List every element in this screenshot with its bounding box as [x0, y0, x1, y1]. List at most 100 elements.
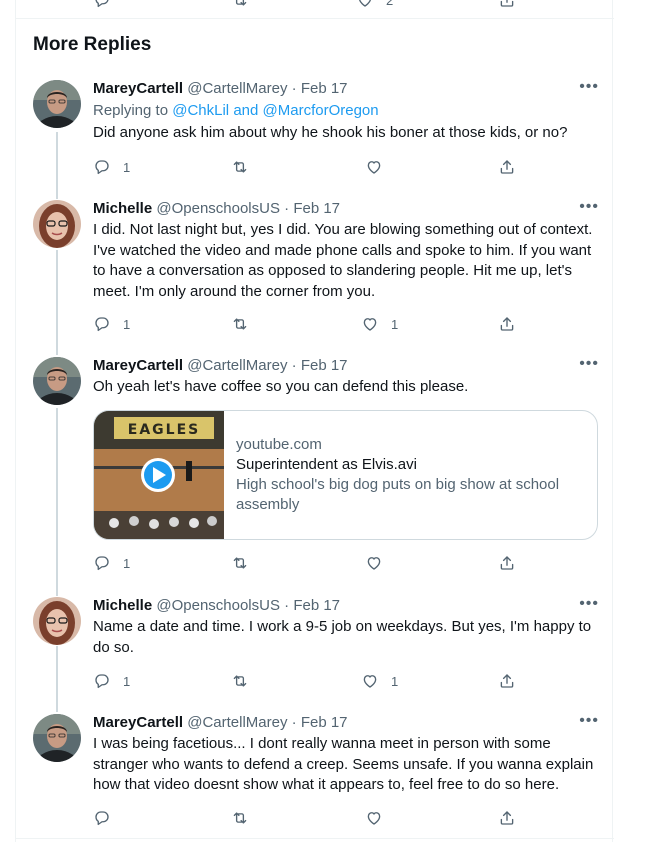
- retweet-icon: [231, 158, 249, 176]
- tweet-text: I was being facetious... I dont really w…: [93, 735, 594, 793]
- tweet-actions: 1 1: [93, 314, 523, 334]
- tweet-actions: 1 1: [93, 671, 523, 691]
- timestamp[interactable]: Feb 17: [301, 80, 348, 97]
- like-count: 1: [391, 673, 399, 689]
- like-button[interactable]: 1: [361, 671, 398, 691]
- avatar[interactable]: [33, 80, 81, 128]
- like-icon: [365, 809, 383, 827]
- handle[interactable]: @OpenschoolsUS: [156, 597, 280, 614]
- display-name[interactable]: MareyCartell: [93, 80, 183, 97]
- reply-count: 1: [123, 555, 131, 571]
- card-body[interactable]: youtube.com Superintendent as Elvis.avi …: [236, 435, 586, 515]
- retweet-icon[interactable]: [231, 0, 249, 10]
- display-name[interactable]: MareyCartell: [93, 714, 183, 731]
- like-button[interactable]: [365, 553, 395, 573]
- more-icon[interactable]: •••: [579, 355, 599, 373]
- display-name[interactable]: Michelle: [93, 200, 152, 217]
- more-icon[interactable]: •••: [579, 78, 599, 96]
- video-thumbnail[interactable]: EAGLES: [94, 411, 224, 539]
- share-icon: [498, 672, 516, 690]
- avatar[interactable]: [33, 200, 81, 248]
- tweet-text: Name a date and time. I work a 9-5 job o…: [93, 618, 592, 656]
- like-icon[interactable]: 2: [356, 0, 393, 10]
- reply-icon: [93, 554, 111, 572]
- reply-button[interactable]: 1: [93, 157, 130, 177]
- timestamp[interactable]: Feb 17: [293, 597, 340, 614]
- tweet-header: Michelle @OpenschoolsUS · Feb 17: [93, 597, 340, 614]
- avatar[interactable]: [33, 714, 81, 762]
- share-icon: [498, 315, 516, 333]
- reply-count: 1: [123, 159, 131, 175]
- more-icon[interactable]: •••: [579, 595, 599, 613]
- share-icon[interactable]: [498, 0, 516, 10]
- share-icon: [498, 158, 516, 176]
- tweet-header: MareyCartell @CartellMarey · Feb 17: [93, 80, 348, 97]
- reply-count: 1: [123, 316, 131, 332]
- share-button[interactable]: [498, 157, 516, 177]
- like-icon: [365, 554, 383, 572]
- more-icon[interactable]: •••: [579, 198, 599, 216]
- timestamp[interactable]: Feb 17: [301, 357, 348, 374]
- retweet-button[interactable]: [231, 808, 261, 828]
- reply-button[interactable]: 1: [93, 553, 130, 573]
- like-icon: [361, 672, 379, 690]
- replying-to: Replying to @ChkLil and @MarcforOregon: [93, 102, 379, 119]
- thumbnail-banner-text: EAGLES: [128, 422, 200, 438]
- section-title: More Replies: [33, 34, 152, 55]
- like-icon: [365, 158, 383, 176]
- tweet-header: Michelle @OpenschoolsUS · Feb 17: [93, 200, 340, 217]
- share-button[interactable]: [498, 553, 516, 573]
- timestamp[interactable]: Feb 17: [301, 714, 348, 731]
- handle[interactable]: @CartellMarey: [187, 714, 287, 731]
- timestamp[interactable]: Feb 17: [293, 200, 340, 217]
- display-name[interactable]: MareyCartell: [93, 357, 183, 374]
- like-button[interactable]: [365, 157, 395, 177]
- handle[interactable]: @CartellMarey: [187, 80, 287, 97]
- more-icon[interactable]: •••: [579, 712, 599, 730]
- separator: ·: [284, 597, 290, 614]
- link-card[interactable]: EAGLES youtube.com Superintendent as Elv…: [93, 410, 598, 540]
- share-button[interactable]: [498, 671, 516, 691]
- replying-and: and: [233, 102, 259, 119]
- reply-button[interactable]: [93, 808, 123, 828]
- like-icon: [361, 315, 379, 333]
- reply-button[interactable]: 1: [93, 671, 130, 691]
- previous-tweet-actions: 2: [16, 0, 614, 18]
- separator: ·: [291, 357, 297, 374]
- handle[interactable]: @OpenschoolsUS: [156, 200, 280, 217]
- separator: ·: [291, 80, 297, 97]
- play-icon[interactable]: [141, 458, 175, 492]
- reply-icon: [93, 809, 111, 827]
- display-name[interactable]: Michelle: [93, 597, 152, 614]
- retweet-button[interactable]: [231, 553, 261, 573]
- timeline-column: 2 More Replies MareyCartell @CartellMare…: [15, 0, 614, 842]
- thread-line: [56, 132, 58, 199]
- reply-button[interactable]: 1: [93, 314, 130, 334]
- like-button[interactable]: 1: [361, 314, 398, 334]
- retweet-icon: [231, 315, 249, 333]
- like-button[interactable]: [365, 808, 395, 828]
- reply-icon: [93, 672, 111, 690]
- mention-link[interactable]: @MarcforOregon: [263, 102, 379, 119]
- retweet-button[interactable]: [231, 314, 261, 334]
- share-icon: [498, 809, 516, 827]
- reply-icon[interactable]: [93, 0, 111, 10]
- tweet-text: Did anyone ask him about why he shook hi…: [93, 124, 568, 141]
- divider: [16, 838, 614, 839]
- retweet-icon: [231, 672, 249, 690]
- tweet-actions: 1: [93, 553, 523, 573]
- mention-link[interactable]: @ChkLil: [172, 102, 229, 119]
- tweet-text: I did. Not last night but, yes I did. Yo…: [93, 221, 593, 300]
- thread-line: [56, 646, 58, 712]
- avatar[interactable]: [33, 357, 81, 405]
- share-button[interactable]: [498, 314, 516, 334]
- separator: ·: [291, 714, 297, 731]
- tweet-text: Oh yeah let's have coffee so you can def…: [93, 378, 469, 395]
- divider: [16, 18, 614, 19]
- handle[interactable]: @CartellMarey: [187, 357, 287, 374]
- share-icon: [498, 554, 516, 572]
- share-button[interactable]: [498, 808, 516, 828]
- avatar[interactable]: [33, 597, 81, 645]
- retweet-button[interactable]: [231, 671, 261, 691]
- retweet-button[interactable]: [231, 157, 261, 177]
